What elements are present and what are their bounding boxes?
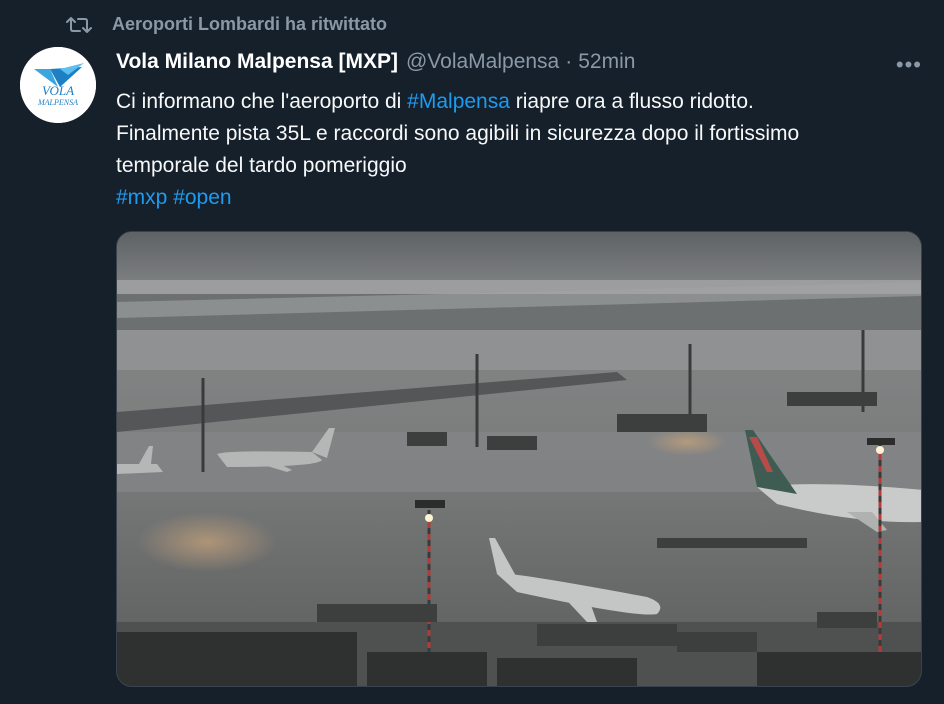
tweet-header: Vola Milano Malpensa [MXP] @VolaMalpensa…: [116, 50, 635, 74]
tweet-card[interactable]: Aeroporti Lombardi ha ritwittato VOLA MA…: [0, 0, 944, 704]
hashtag-open[interactable]: #open: [173, 186, 231, 209]
svg-text:VOLA: VOLA: [42, 83, 74, 98]
avatar[interactable]: VOLA MALPENSA: [20, 47, 96, 123]
meta-separator: ·: [565, 50, 573, 73]
airport-photo: [117, 232, 921, 686]
retweet-icon: [66, 16, 92, 33]
hashtag-malpensa[interactable]: #Malpensa: [407, 90, 510, 113]
tweet-text-segment: riapre ora a flusso ridotto.: [509, 90, 754, 113]
tweet-hashtags: #mxp #open: [116, 182, 916, 214]
tweet-time[interactable]: 52min: [578, 50, 635, 74]
tweet-text-segment: Ci informano che l'aeroporto di: [116, 90, 408, 113]
tweet-line-2: Finalmente pista 35L e raccordi sono agi…: [116, 122, 800, 145]
tweet-media-image[interactable]: [116, 231, 922, 687]
svg-text:MALPENSA: MALPENSA: [37, 98, 78, 107]
author-name[interactable]: Vola Milano Malpensa [MXP]: [116, 50, 398, 74]
tweet-line-1: Ci informano che l'aeroporto di #Malpens…: [116, 86, 916, 118]
retweet-label[interactable]: Aeroporti Lombardi ha ritwittato: [112, 14, 387, 35]
tweet-text: Ci informano che l'aeroporto di #Malpens…: [116, 86, 916, 214]
hashtag-mxp[interactable]: #mxp: [116, 186, 167, 209]
author-handle[interactable]: @VolaMalpensa: [406, 50, 559, 74]
vola-logo-icon: VOLA MALPENSA: [20, 47, 96, 123]
retweet-context: Aeroporti Lombardi ha ritwittato: [66, 14, 387, 35]
tweet-line-3: temporale del tardo pomeriggio: [116, 154, 407, 177]
more-icon[interactable]: •••: [896, 52, 922, 78]
